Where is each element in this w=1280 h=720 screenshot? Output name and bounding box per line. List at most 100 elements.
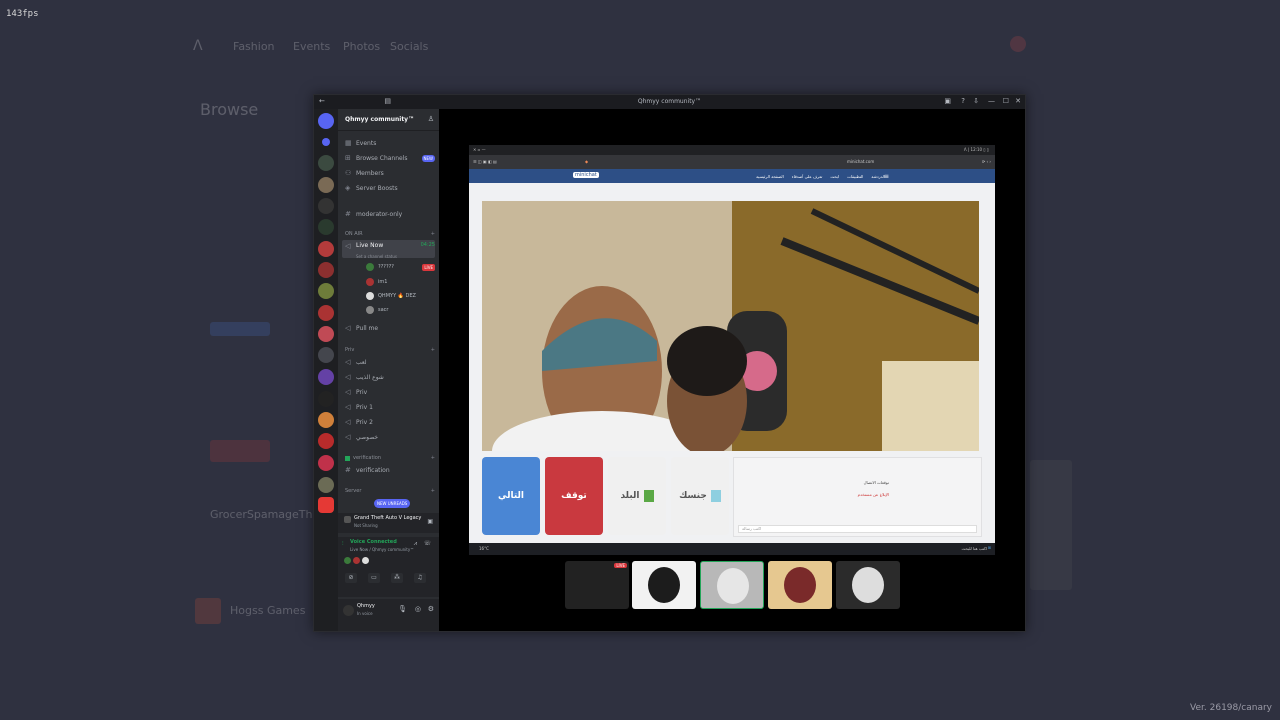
- new-unreads-pill[interactable]: NEW UNREADS: [374, 499, 411, 508]
- voice-user[interactable]: QHMYY 🔥 DEZ: [366, 290, 435, 302]
- server-icon-4[interactable]: [318, 219, 334, 235]
- add-channel-icon[interactable]: +: [431, 455, 435, 461]
- headphones-icon[interactable]: ◎: [415, 605, 421, 613]
- server-icon-13[interactable]: [318, 412, 334, 428]
- server-icon-14[interactable]: [318, 433, 334, 449]
- noise-suppression-icon[interactable]: ⩘: [414, 540, 417, 548]
- add-channel-icon[interactable]: +: [431, 231, 435, 237]
- server-icon-7[interactable]: [318, 283, 334, 299]
- voice-user[interactable]: sacr: [366, 304, 435, 316]
- microphone-icon[interactable]: 🎙: [398, 605, 407, 613]
- soundboard-button[interactable]: ♫: [414, 573, 426, 583]
- site-nav-item[interactable]: تعرف على أصدقاء: [792, 174, 823, 179]
- site-nav-item[interactable]: الدردشة: [871, 174, 885, 179]
- maximize-button[interactable]: ☐: [1003, 97, 1009, 105]
- participant-tile[interactable]: [836, 561, 900, 609]
- share-screen-icon[interactable]: ▣: [427, 518, 433, 525]
- participant-tile[interactable]: [632, 561, 696, 609]
- server-icon-1[interactable]: [318, 155, 334, 171]
- channel-priv-3[interactable]: ◁ Priv 1: [342, 401, 435, 413]
- screen-share-button[interactable]: ▭: [368, 573, 380, 583]
- category-server[interactable]: Server +: [342, 485, 435, 497]
- new-servers-badge[interactable]: [318, 497, 334, 513]
- participant-tile[interactable]: [700, 561, 764, 609]
- server-icon-8[interactable]: [318, 305, 334, 321]
- site-nav-item[interactable]: ابحث: [830, 174, 839, 179]
- browser-toolbar-icons[interactable]: ☰ ◫ ▣ ◧ ▤: [473, 159, 497, 164]
- category-priv[interactable]: Priv +: [342, 344, 435, 356]
- server-icon-3[interactable]: [318, 198, 334, 214]
- chat-note[interactable]: الإبلاغ عن مستخدم: [858, 492, 889, 497]
- taskbar-search[interactable]: اكتب هنا للبحث: [962, 546, 988, 551]
- stream-thumbnail[interactable]: LIVE: [565, 561, 629, 609]
- streamed-browser[interactable]: ✕ ▫ — Λ | 12:10 ▯ ▯ ☰ ◫ ▣ ◧ ▤ ◆ minichat…: [469, 145, 995, 543]
- channel-moderator-only[interactable]: # moderator-only: [342, 208, 435, 220]
- sidebar-item-server-boosts[interactable]: ◈ Server Boosts: [342, 182, 435, 194]
- channel-priv-4[interactable]: ◁ Priv 2: [342, 416, 435, 428]
- participant-tile[interactable]: [768, 561, 832, 609]
- site-nav-item[interactable]: الصفحة الرئيسية: [756, 174, 784, 179]
- site-nav-item[interactable]: التطبيقات: [847, 174, 863, 179]
- settings-gear-icon[interactable]: ⚙: [428, 605, 434, 613]
- channel-priv-5[interactable]: ◁ خصوصي: [342, 431, 435, 443]
- inbox-icon[interactable]: ▣: [944, 97, 951, 105]
- channel-pull-me[interactable]: ◁ Pull me: [342, 322, 435, 334]
- next-button[interactable]: التالي: [482, 457, 540, 535]
- sidebar-item-label: Browse Channels: [356, 154, 408, 162]
- stop-button[interactable]: توقف: [545, 457, 603, 535]
- voice-connected-subtitle[interactable]: Live Now / Qhmyy community™: [350, 547, 414, 552]
- minimize-button[interactable]: —: [988, 97, 995, 105]
- sidebar-item-members[interactable]: ⚇ Members: [342, 167, 435, 179]
- close-button[interactable]: ✕: [1015, 97, 1021, 105]
- server-header[interactable]: Qhmyy community™ ♙: [338, 109, 439, 131]
- sidebar-item-browse-channels[interactable]: ⊞ Browse Channels NEW: [342, 152, 435, 164]
- channel-verification[interactable]: # verification: [342, 464, 435, 476]
- server-icon-6[interactable]: [318, 262, 334, 278]
- avatar: [366, 306, 374, 314]
- server-icon-15[interactable]: [318, 455, 334, 471]
- extension-icon[interactable]: ◆: [585, 159, 588, 164]
- server-icon-9[interactable]: [318, 326, 334, 342]
- country-button[interactable]: البلد: [608, 457, 666, 535]
- video-feed[interactable]: [482, 201, 979, 451]
- disconnect-icon[interactable]: ☏: [423, 540, 431, 547]
- avatar[interactable]: [343, 605, 354, 616]
- signal-icon[interactable]: ⫶: [342, 540, 344, 548]
- activities-button[interactable]: ⁂: [391, 573, 403, 583]
- chat-input[interactable]: اكتب رسالة: [738, 525, 977, 533]
- gender-button[interactable]: جنسك: [671, 457, 729, 535]
- server-icon-12[interactable]: [318, 391, 334, 407]
- server-icon-5[interactable]: [318, 241, 334, 257]
- voice-user-name: ??????: [378, 264, 394, 270]
- stream-stage[interactable]: ✕ ▫ — Λ | 12:10 ▯ ▯ ☰ ◫ ▣ ◧ ▤ ◆ minichat…: [439, 109, 1025, 631]
- camera-button[interactable]: ⊘: [345, 573, 357, 583]
- category-on-air[interactable]: ON AIR +: [342, 228, 435, 240]
- sidebar-toggle-icon[interactable]: ▤: [384, 97, 391, 105]
- home-icon[interactable]: [318, 113, 334, 129]
- channel-priv-1[interactable]: ◁ شوع الذيب: [342, 371, 435, 383]
- download-icon[interactable]: ⇩: [973, 97, 979, 105]
- channel-priv-0[interactable]: ◁ لعب: [342, 356, 435, 368]
- tab-controls-icon[interactable]: ✕ ▫ —: [473, 147, 486, 152]
- address-text[interactable]: minichat.com: [847, 159, 874, 164]
- menu-icon[interactable]: ≡: [884, 173, 889, 180]
- direct-messages-icon[interactable]: [322, 138, 330, 146]
- server-icon-2[interactable]: [318, 177, 334, 193]
- category-verification[interactable]: verification +: [342, 452, 435, 464]
- browser-window-controls[interactable]: Λ | 12:10 ▯ ▯: [964, 147, 989, 152]
- help-icon[interactable]: ?: [961, 97, 965, 105]
- windows-start-icon[interactable]: ⊞: [988, 545, 991, 550]
- voice-user[interactable]: ?????? LIVE: [366, 261, 435, 273]
- add-member-icon[interactable]: ♙: [428, 115, 434, 123]
- channel-priv-2[interactable]: ◁ Priv: [342, 386, 435, 398]
- sidebar-item-events[interactable]: ▦ Events: [342, 137, 435, 149]
- server-icon-11[interactable]: [318, 369, 334, 385]
- add-channel-icon[interactable]: +: [431, 347, 435, 353]
- voice-status-panel: ⫶ Voice Connected Live Now / Qhmyy commu…: [338, 537, 439, 597]
- site-logo[interactable]: minichat: [573, 172, 599, 178]
- voice-user[interactable]: im1: [366, 276, 435, 288]
- add-channel-icon[interactable]: +: [431, 488, 435, 494]
- server-icon-10[interactable]: [318, 347, 334, 363]
- server-icon-16[interactable]: [318, 477, 334, 493]
- reload-icon[interactable]: ⟳ ‹ ›: [982, 159, 991, 164]
